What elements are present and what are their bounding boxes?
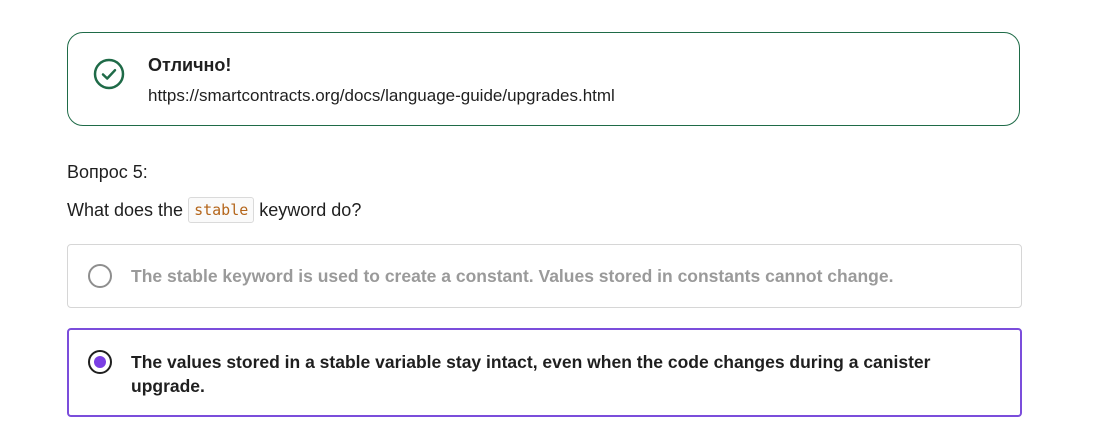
- answer-option-label: The values stored in a stable variable s…: [131, 352, 931, 396]
- radio-selected-dot: [94, 356, 106, 368]
- answer-option-1[interactable]: The stable keyword is used to create a c…: [67, 244, 1022, 308]
- question-number: Вопрос 5:: [67, 162, 148, 182]
- quiz-page: Отлично! https://smartcontracts.org/docs…: [0, 0, 1097, 428]
- question-text-before: What does the: [67, 199, 184, 220]
- question-code-keyword: stable: [188, 197, 255, 223]
- question-text: What does the stable keyword do?: [67, 197, 361, 223]
- radio-button-unselected[interactable]: [88, 264, 112, 288]
- feedback-card: Отлично! https://smartcontracts.org/docs…: [67, 32, 1020, 126]
- check-circle-icon: [93, 58, 125, 90]
- radio-button-selected[interactable]: [88, 350, 112, 374]
- feedback-link[interactable]: https://smartcontracts.org/docs/language…: [148, 86, 615, 106]
- answer-option-label: The stable keyword is used to create a c…: [131, 266, 894, 286]
- question-text-after: keyword do?: [259, 199, 362, 220]
- answer-option-2[interactable]: The values stored in a stable variable s…: [67, 328, 1022, 417]
- feedback-title: Отлично!: [148, 55, 232, 75]
